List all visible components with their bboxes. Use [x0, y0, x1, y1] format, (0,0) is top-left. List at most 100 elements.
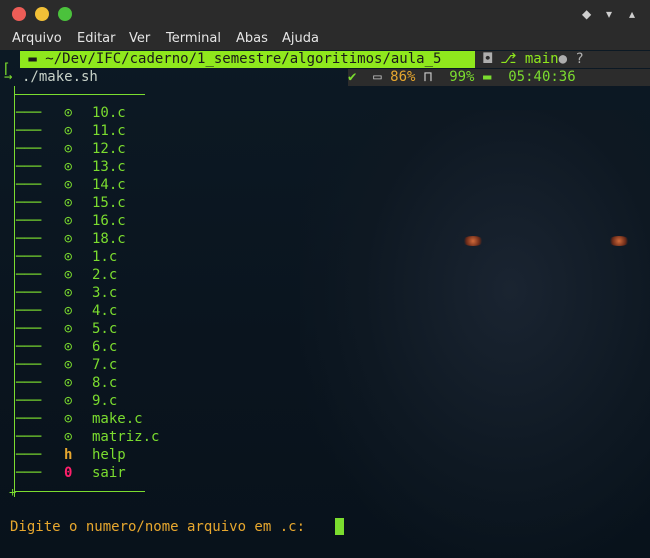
tree-branch-icon: ───	[16, 411, 42, 427]
file-icon: ⊙	[64, 177, 73, 193]
tree-corner-icon: +	[9, 485, 17, 499]
branch-status-icons: ● ?	[558, 51, 584, 67]
clock-time: 05:40:36	[508, 69, 576, 85]
tree-branch-icon: ───	[16, 429, 42, 445]
file-icon: ⊙	[64, 429, 73, 445]
check-icon: ✔	[348, 69, 357, 85]
file-name: 7.c	[92, 357, 118, 373]
close-window-button[interactable]	[12, 7, 26, 21]
file-name: 18.c	[92, 231, 126, 247]
file-name: 15.c	[92, 195, 126, 211]
file-name: 14.c	[92, 177, 126, 193]
file-name: 4.c	[92, 303, 118, 319]
file-icon: ⊙	[64, 285, 73, 301]
file-name: 2.c	[92, 267, 118, 283]
file-icon: ⊙	[64, 411, 73, 427]
memory-icon: ▬	[482, 69, 492, 85]
tree-branch-icon: ───	[16, 375, 42, 391]
prompt-path: ~/Dev/IFC/caderno/1_semestre/algoritimos…	[45, 51, 442, 67]
branch-icon: ⎇	[500, 51, 525, 67]
command-text: ./make.sh	[22, 69, 98, 85]
git-branch-segment: ◘ ⎇ main● ?	[475, 51, 650, 68]
file-name: 8.c	[92, 375, 118, 391]
tree-branch-icon: ───	[16, 321, 42, 337]
file-name: 16.c	[92, 213, 126, 229]
input-prompt: Digite o numero/nome arquivo em .c:	[10, 519, 306, 535]
wallpaper-figure	[300, 110, 650, 558]
tree-branch-icon: ───	[16, 159, 42, 175]
file-icon: 0	[64, 465, 73, 481]
prompt-path-segment: ▬ ~/Dev/IFC/caderno/1_semestre/algoritim…	[20, 51, 475, 68]
file-icon: ⊙	[64, 249, 73, 265]
tree-top-border	[14, 94, 145, 95]
window-menu-icon[interactable]: ◆	[582, 6, 591, 22]
minimize-window-button[interactable]	[35, 7, 49, 21]
tree-branch-icon: ───	[16, 447, 42, 463]
file-name: 13.c	[92, 159, 126, 175]
file-icon: ⊙	[64, 357, 73, 373]
menu-ajuda[interactable]: Ajuda	[282, 30, 319, 48]
maximize-icon[interactable]: ▴	[629, 6, 635, 22]
file-name: 12.c	[92, 141, 126, 157]
tree-branch-icon: ───	[16, 177, 42, 193]
folder-icon: ▬	[20, 51, 46, 67]
tree-vertical-line	[14, 86, 15, 497]
tree-branch-icon: ───	[16, 123, 42, 139]
file-icon: ⊙	[64, 105, 73, 121]
file-name: 1.c	[92, 249, 118, 265]
memory-value: 99%	[449, 69, 475, 85]
tree-branch-icon: ───	[16, 105, 42, 121]
battery-icon: ▭	[373, 69, 382, 85]
file-icon: ⊙	[64, 393, 73, 409]
branch-name: main	[524, 51, 559, 67]
minimize-icon[interactable]: ▾	[606, 6, 612, 22]
file-icon: ⊙	[64, 375, 73, 391]
tree-branch-icon: ───	[16, 285, 42, 301]
file-name: make.c	[92, 411, 143, 427]
menu-editar[interactable]: Editar	[77, 30, 116, 48]
wallpaper-eye-left	[462, 236, 484, 246]
menu-arquivo[interactable]: Arquivo	[12, 30, 62, 48]
tree-bottom-border	[14, 491, 145, 492]
tree-branch-icon: ───	[16, 231, 42, 247]
menu-terminal[interactable]: Terminal	[166, 30, 221, 48]
file-icon: ⊙	[64, 231, 73, 247]
title-bar: ◆ ▾ ▴	[0, 0, 650, 28]
file-name: sair	[92, 465, 126, 481]
file-name: help	[92, 447, 126, 463]
tree-branch-icon: ───	[16, 249, 42, 265]
file-name: 10.c	[92, 105, 126, 121]
status-segment: ✔ ▭ 86% ⊓ 99% ▬ 05:40:36	[348, 69, 650, 86]
file-icon: ⊙	[64, 321, 73, 337]
menu-bar: Arquivo Editar Ver Terminal Abas Ajuda	[0, 28, 650, 50]
file-icon: h	[64, 447, 73, 463]
file-name: 11.c	[92, 123, 126, 139]
tree-branch-icon: ───	[16, 357, 42, 373]
wallpaper-eye-right	[608, 236, 630, 246]
menu-ver[interactable]: Ver	[129, 30, 150, 48]
tree-branch-icon: ───	[16, 213, 42, 229]
file-icon: ⊙	[64, 141, 73, 157]
tree-branch-icon: ───	[16, 195, 42, 211]
tree-branch-icon: ───	[16, 465, 42, 481]
tree-branch-icon: ───	[16, 393, 42, 409]
file-name: 5.c	[92, 321, 118, 337]
maximize-window-button[interactable]	[58, 7, 72, 21]
file-name: 3.c	[92, 285, 118, 301]
file-name: matriz.c	[92, 429, 160, 445]
file-icon: ⊙	[64, 303, 73, 319]
file-icon: ⊙	[64, 195, 73, 211]
lock-icon: ⊓	[423, 69, 433, 85]
file-icon: ⊙	[64, 213, 73, 229]
git-icon: ◘	[475, 51, 501, 67]
menu-abas[interactable]: Abas	[236, 30, 268, 48]
file-icon: ⊙	[64, 339, 73, 355]
file-icon: ⊙	[64, 123, 73, 139]
file-name: 9.c	[92, 393, 118, 409]
file-name: 6.c	[92, 339, 118, 355]
prompt-arrow-icon: →	[4, 69, 13, 85]
file-icon: ⊙	[64, 267, 73, 283]
terminal-area[interactable]: ⌈ ▬ ~/Dev/IFC/caderno/1_semestre/algorit…	[0, 50, 650, 558]
text-cursor[interactable]	[335, 518, 344, 535]
battery-value: 86%	[390, 69, 416, 85]
